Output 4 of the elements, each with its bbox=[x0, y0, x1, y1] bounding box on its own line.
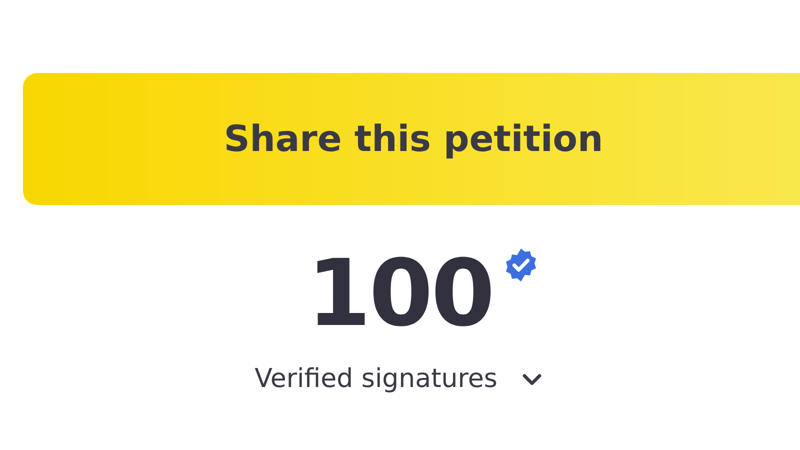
signature-count: 100 bbox=[306, 243, 494, 344]
verified-signatures-label: Verified signatures bbox=[254, 364, 498, 394]
verified-signatures-toggle[interactable]: Verified signatures bbox=[254, 364, 546, 394]
share-button[interactable]: Share this petition bbox=[22, 73, 800, 205]
